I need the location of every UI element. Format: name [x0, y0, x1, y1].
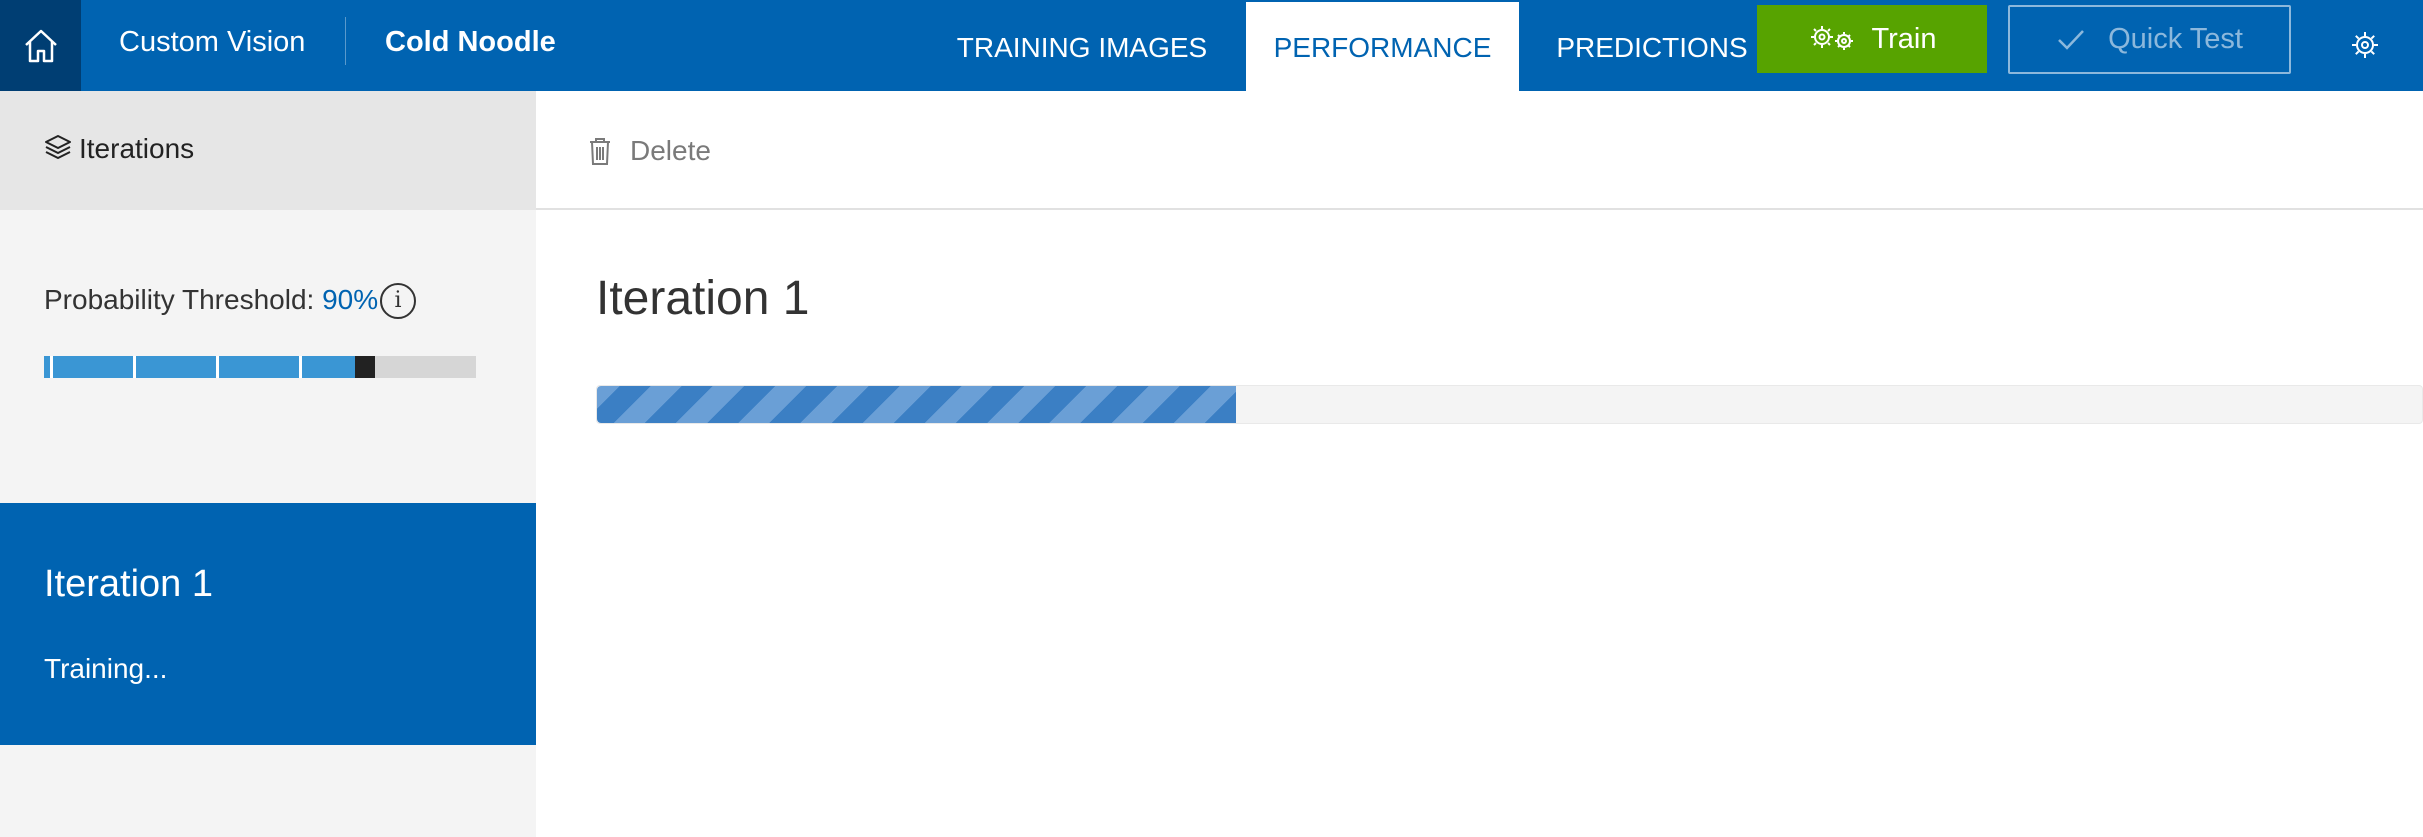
top-bar: Custom Vision Cold Noodle TRAINING IMAGE…	[0, 0, 2423, 91]
train-label: Train	[1871, 22, 1937, 55]
threshold-value: 90%	[322, 284, 379, 315]
iteration-title: Iteration 1	[596, 272, 810, 325]
training-progress-bar	[596, 385, 2423, 424]
train-button[interactable]: Train	[1757, 5, 1987, 73]
slider-fill	[44, 356, 355, 378]
slider-thumb[interactable]	[355, 356, 375, 378]
app-name[interactable]: Custom Vision	[119, 0, 305, 85]
header-divider	[345, 17, 346, 65]
gear-icon	[2352, 32, 2378, 58]
progress-fill	[597, 386, 1236, 423]
toolbar: Delete	[536, 91, 2423, 210]
delete-button[interactable]: Delete	[588, 133, 711, 169]
probability-threshold-slider[interactable]	[44, 356, 476, 378]
tab-training-images[interactable]: TRAINING IMAGES	[940, 0, 1224, 91]
checkmark-icon	[2058, 29, 2084, 50]
slider-tick	[50, 356, 53, 378]
iteration-list-item[interactable]: Iteration 1 Training...	[0, 503, 536, 745]
iteration-status: Training...	[44, 653, 168, 684]
layers-icon	[45, 135, 71, 159]
slider-tick	[216, 356, 219, 378]
gears-icon	[1810, 26, 1853, 50]
probability-threshold-label: Probability Threshold: 90%	[44, 284, 378, 316]
quick-test-button[interactable]: Quick Test	[2008, 5, 2291, 74]
tab-performance[interactable]: PERFORMANCE	[1246, 2, 1519, 91]
iteration-name: Iteration 1	[44, 563, 213, 605]
threshold-label-text: Probability Threshold:	[44, 284, 315, 315]
main-content: Delete Iteration 1	[536, 91, 2423, 837]
trash-icon	[590, 138, 610, 165]
sidebar-title: Iterations	[79, 133, 195, 164]
project-name[interactable]: Cold Noodle	[385, 0, 556, 85]
slider-tick	[133, 356, 136, 378]
delete-label: Delete	[630, 135, 711, 166]
home-icon	[24, 29, 57, 62]
iterations-sidebar: Iterations Probability Threshold: 90% i …	[0, 91, 536, 837]
quick-test-label: Quick Test	[2108, 23, 2243, 55]
slider-track-remaining	[375, 356, 476, 378]
tab-predictions[interactable]: PREDICTIONS	[1543, 0, 1761, 91]
info-icon[interactable]: i	[380, 283, 416, 319]
slider-tick	[299, 356, 302, 378]
settings-button[interactable]	[2338, 14, 2392, 76]
home-button[interactable]	[0, 0, 81, 91]
sidebar-header: Iterations	[0, 91, 536, 210]
